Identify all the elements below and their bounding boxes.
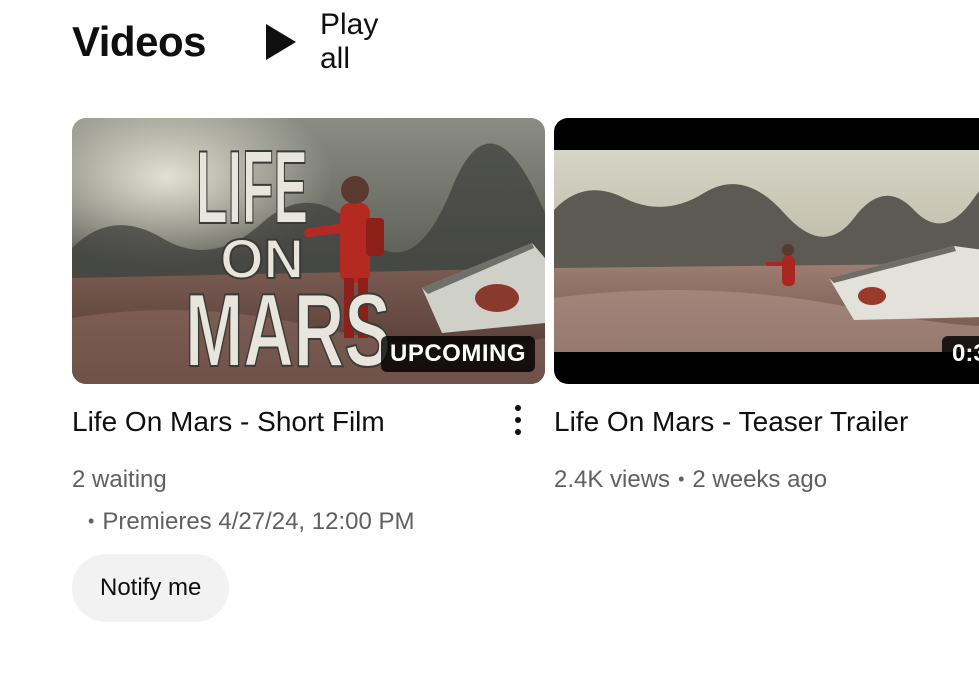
thumbnail-title-line3: MARS bbox=[185, 273, 391, 384]
separator-dot: • bbox=[678, 469, 685, 489]
more-actions-button[interactable] bbox=[504, 398, 532, 442]
more-dot-icon bbox=[515, 405, 521, 411]
upload-age: 2 weeks ago bbox=[692, 466, 828, 493]
premiere-info: • Premieres 4/27/24, 12:00 PM bbox=[72, 508, 545, 536]
notify-me-button[interactable]: Notify me bbox=[72, 554, 230, 622]
waiting-count: 2 waiting bbox=[72, 466, 167, 493]
separator-dot: • bbox=[88, 511, 95, 531]
video-title[interactable]: Life On Mars - Short Film bbox=[72, 406, 545, 438]
play-all-label: Play all bbox=[320, 8, 379, 75]
section-header: Videos Play all bbox=[72, 8, 378, 75]
play-all-button[interactable]: Play all bbox=[264, 8, 378, 75]
video-title[interactable]: Life On Mars - Teaser Trailer bbox=[554, 406, 979, 438]
play-icon bbox=[266, 24, 296, 60]
video-duration: 0:31 bbox=[942, 336, 979, 372]
video-card-short-film: LIFE ON MARS UPCOMING Life On Mars - Sho… bbox=[72, 118, 545, 622]
more-dot-icon bbox=[515, 429, 521, 435]
premiere-text: Premieres 4/27/24, 12:00 PM bbox=[102, 508, 415, 535]
section-title: Videos bbox=[72, 18, 206, 65]
video-stats: 2.4K views • 2 weeks ago bbox=[554, 466, 979, 494]
video-thumbnail[interactable]: 0:31 bbox=[554, 118, 979, 384]
view-count: 2.4K views bbox=[554, 466, 671, 493]
channel-videos-page: Videos Play all LIFE ON MARS UPCOMING Li… bbox=[0, 0, 979, 679]
video-card-teaser-trailer: 0:31 Life On Mars - Teaser Trailer 2.4K … bbox=[554, 118, 979, 494]
video-title-row: Life On Mars - Short Film bbox=[72, 405, 545, 446]
video-thumbnail[interactable]: LIFE ON MARS UPCOMING bbox=[72, 118, 545, 384]
upcoming-badge: UPCOMING bbox=[381, 336, 535, 372]
video-title-row: Life On Mars - Teaser Trailer bbox=[554, 406, 979, 446]
more-dot-icon bbox=[515, 417, 521, 423]
